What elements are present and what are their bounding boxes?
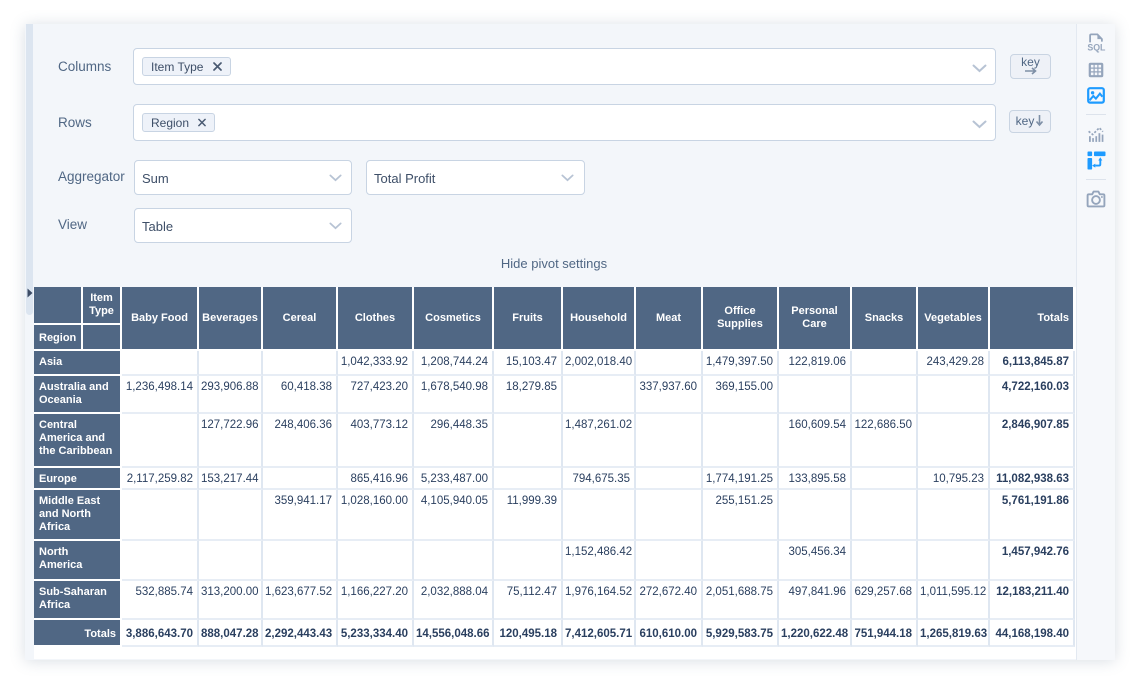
svg-text:SQL: SQL: [1087, 43, 1106, 53]
